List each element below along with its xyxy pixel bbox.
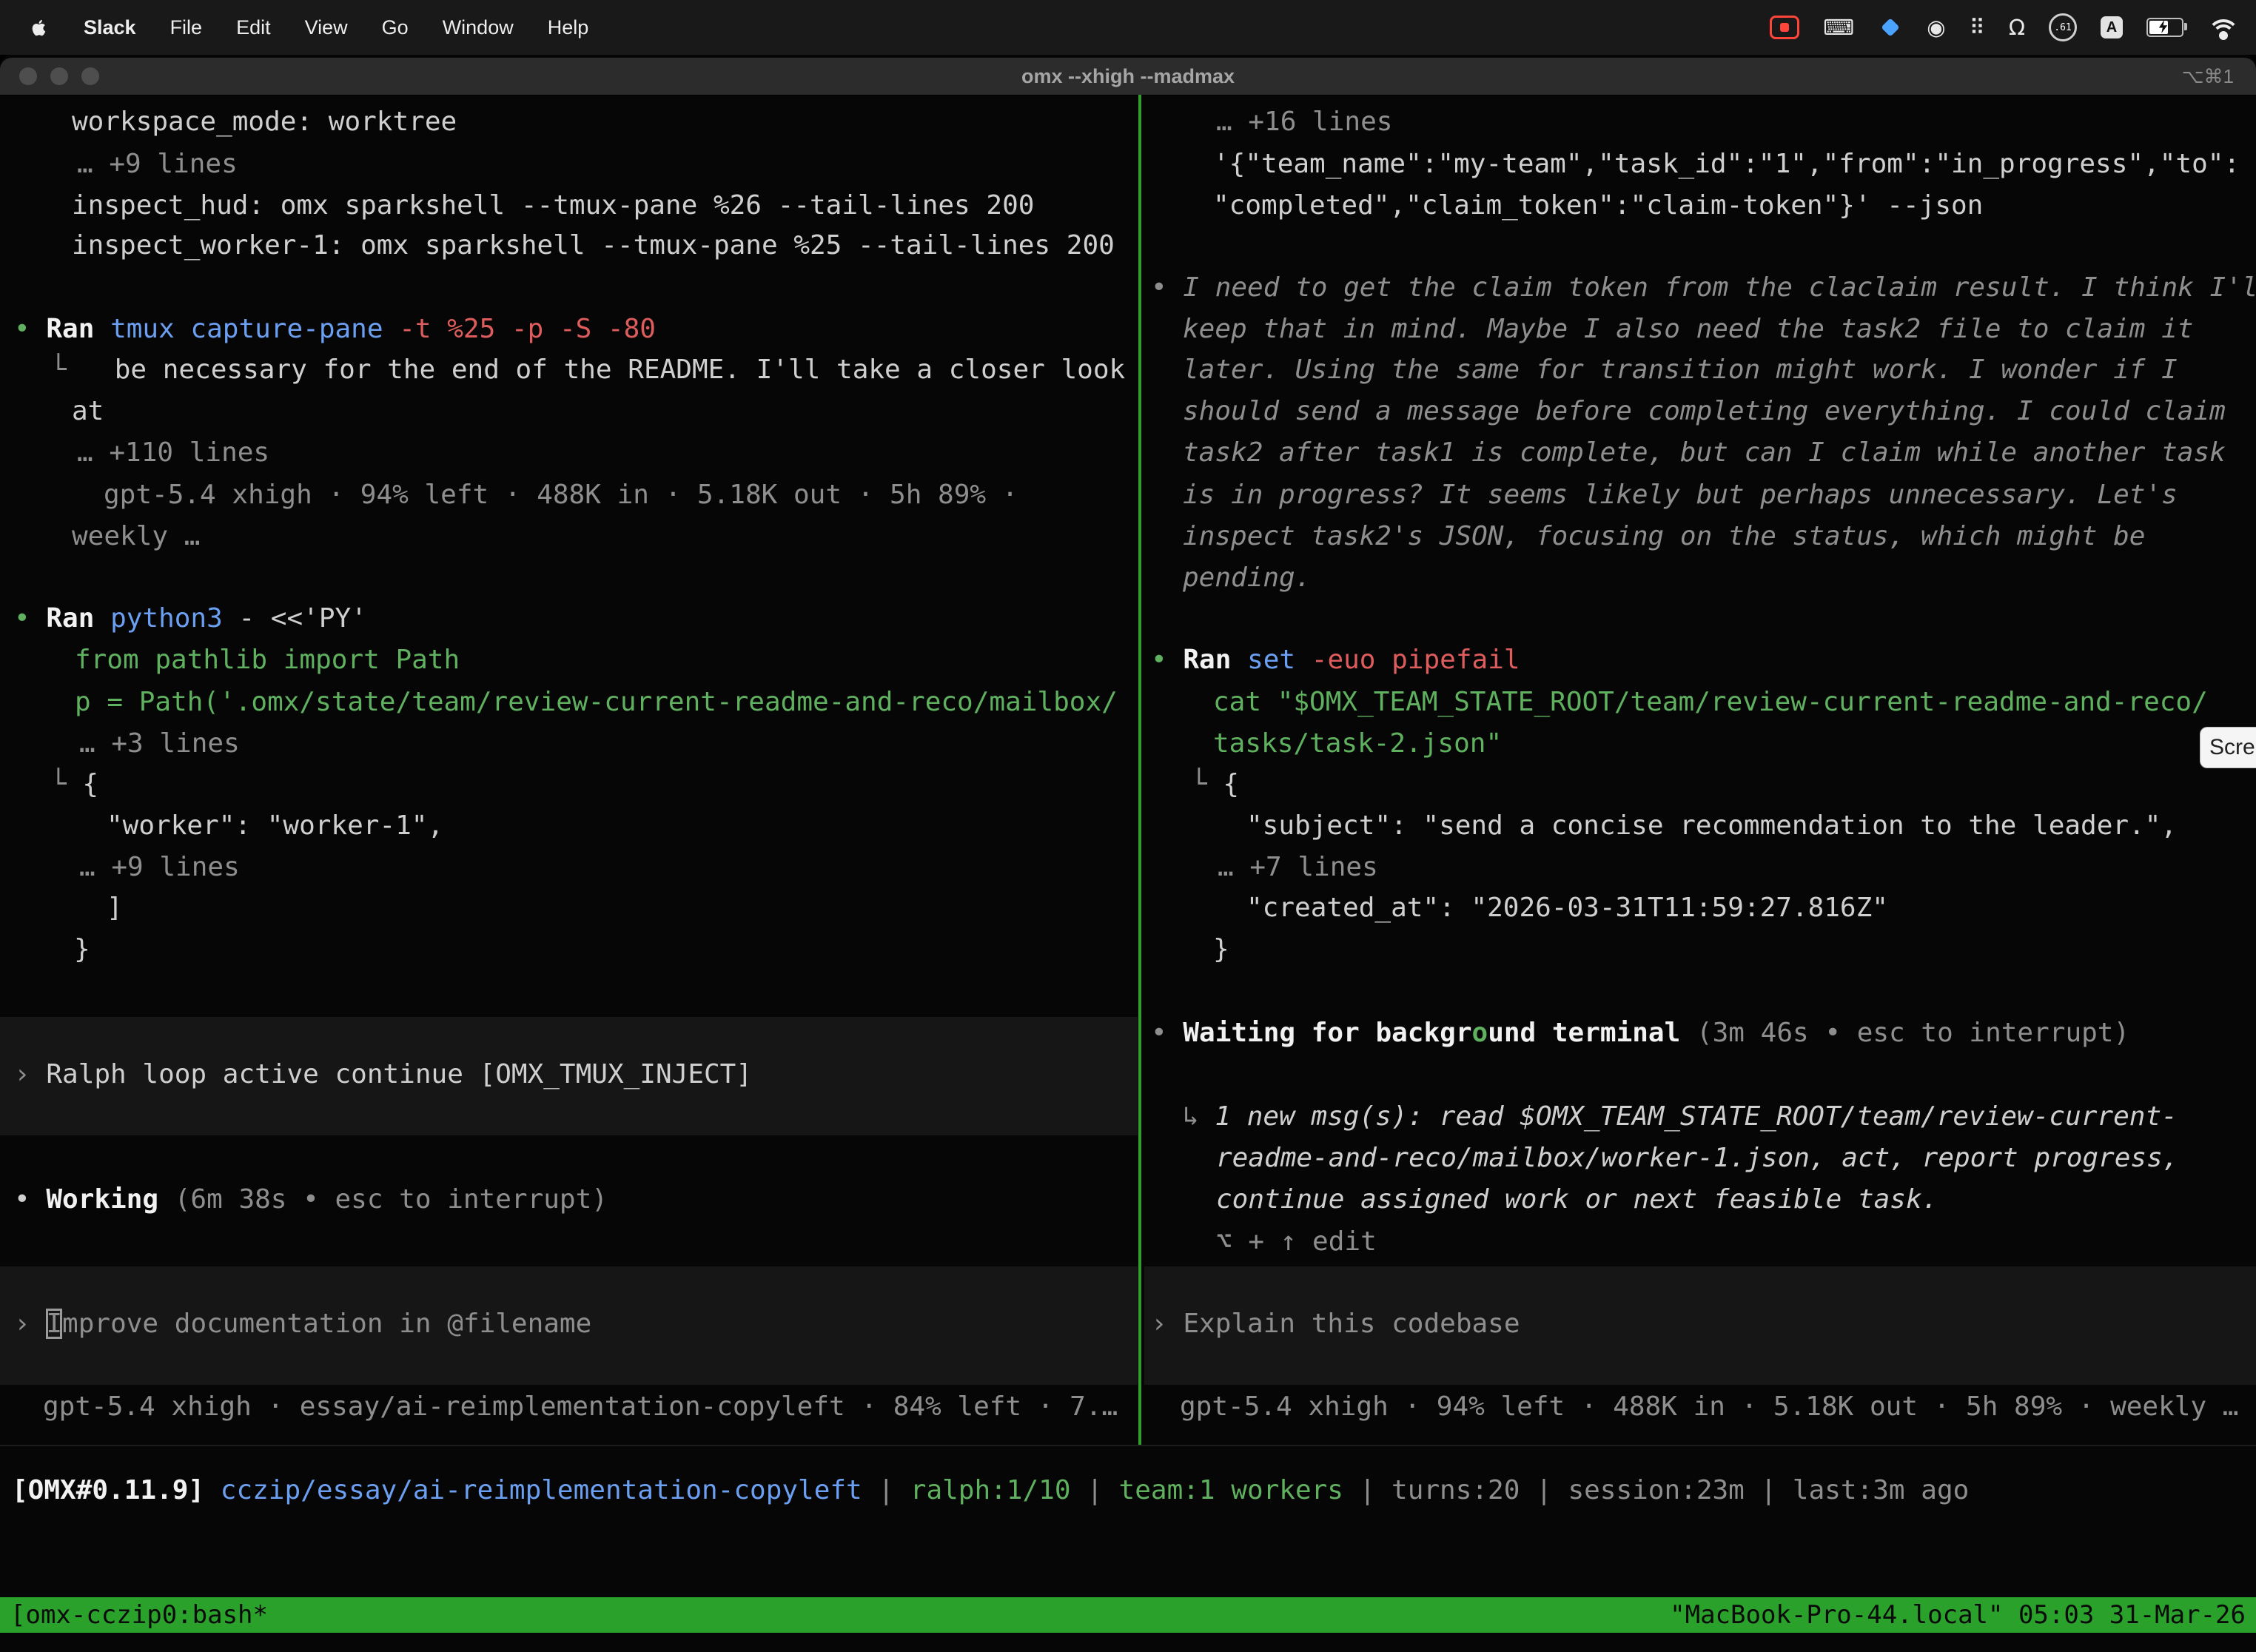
session-footer-left: gpt-5.4 xhigh · essay/ai-reimplementatio… <box>43 1386 1118 1428</box>
menu-bar-status-icons: ⌨ ◉ ⠿ Ω .61 A <box>1770 13 2240 41</box>
window-title-bar[interactable]: omx --xhigh --madmax ⌥⌘1 <box>0 58 2256 95</box>
terminal-line-right: '{"team_name":"my-team","task_id":"1","f… <box>1213 144 2240 185</box>
terminal-line-right: is in progress? It seems likely but perh… <box>1183 474 2178 516</box>
menu-bar-left: Slack File Edit View Go Window Help <box>30 16 588 39</box>
terminal-line-right: inspect task2's JSON, focusing on the st… <box>1183 516 2145 557</box>
terminal-line-left: └ { <box>50 764 98 805</box>
terminal-line-right: "subject": "send a concise recommendatio… <box>1246 805 2177 847</box>
injected-prompt-line: › Ralph loop active continue [OMX_TMUX_I… <box>14 1054 752 1095</box>
terminal-line-left: } <box>74 929 90 970</box>
terminal-line-right: • I need to get the claim token from the… <box>1151 267 2256 309</box>
screenshot-notification-clipped[interactable]: Scre <box>2200 727 2256 768</box>
menu-item-window[interactable]: Window <box>443 16 514 39</box>
terminal-line-left: • Ran python3 - <<'PY' <box>14 598 367 639</box>
menu-item-edit[interactable]: Edit <box>236 16 271 39</box>
screen-recording-indicator-icon[interactable] <box>1770 16 1799 39</box>
tmux-host-clock-label: "MacBook-Pro-44.local" 05:03 31-Mar-26 <box>1670 1597 2246 1633</box>
input-source-icon[interactable]: A <box>2101 16 2123 38</box>
menu-item-help[interactable]: Help <box>548 16 589 39</box>
menu-item-file[interactable]: File <box>170 16 203 39</box>
terminal-line-left: … +9 lines <box>77 144 238 185</box>
battery-icon[interactable] <box>2146 18 2183 37</box>
terminal-line-right: cat "$OMX_TEAM_STATE_ROOT/team/review-cu… <box>1213 682 2208 723</box>
terminal-pane-left[interactable] <box>0 95 1138 1446</box>
terminal-line-left: inspect_worker-1: omx sparkshell --tmux-… <box>72 225 1115 266</box>
menu-item-slack[interactable]: Slack <box>84 16 136 39</box>
pane-footer-divider <box>0 1445 2256 1446</box>
terminal-line-left: at <box>72 391 104 432</box>
terminal-line-right: task2 after task1 is complete, but can I… <box>1183 432 2226 474</box>
wifi-icon[interactable] <box>2207 15 2240 40</box>
terminal-line-left: inspect_hud: omx sparkshell --tmux-pane … <box>72 185 1034 226</box>
terminal-line-left: • Ran tmux capture-pane -t %25 -p -S -80 <box>14 309 656 350</box>
window-title: omx --xhigh --madmax <box>0 58 2256 95</box>
composer-placeholder-line: › Improve documentation in @filename <box>14 1303 591 1345</box>
tmux-session-label: [omx-cczip0:bash* <box>10 1597 268 1633</box>
terminal-line-right: "created_at": "2026-03-31T11:59:27.816Z" <box>1246 887 1888 929</box>
terminal-line-left: "worker": "worker-1", <box>107 805 443 847</box>
screen: Slack File Edit View Go Window Help ⌨ ◉ ⠿ Ω .6… <box>0 0 2256 1652</box>
apps-grid-icon[interactable]: ⠿ <box>1970 15 1985 40</box>
menu-item-go[interactable]: Go <box>382 16 409 39</box>
terminal-line-left: … +3 lines <box>79 723 240 765</box>
omx-status-line: [OMX#0.11.9] cczip/essay/ai-reimplementa… <box>12 1470 1969 1511</box>
terminal-line-left: … +9 lines <box>79 847 240 888</box>
terminal-line-left: ] <box>107 887 123 929</box>
terminal-line-right: keep that in mind. Maybe I also need the… <box>1183 309 2193 350</box>
terminal-line-left: workspace_mode: worktree <box>72 101 457 143</box>
apple-menu-icon[interactable] <box>30 18 50 38</box>
terminal-line-right: pending. <box>1183 557 1311 599</box>
terminal-line-right: … +7 lines <box>1218 847 1378 888</box>
terminal-line-right: "completed","claim_token":"claim-token"}… <box>1213 185 1983 226</box>
terminal-line-left: └ be necessary for the end of the README… <box>50 349 1125 391</box>
tmux-status-bar: [omx-cczip0:bash* "MacBook-Pro-44.local"… <box>0 1597 2256 1633</box>
terminal-line-left: p = Path('.omx/state/team/review-current… <box>75 682 1118 723</box>
edit-hint-line: ⌥ + ↑ edit <box>1216 1221 1377 1263</box>
terminal-line-right: tasks/task-2.json" <box>1213 723 1502 765</box>
dark-circle-app-icon[interactable]: ◉ <box>1927 15 1945 40</box>
ghost-app-icon[interactable]: Ω <box>2009 15 2025 40</box>
terminal-line-right: ↳ 1 new msg(s): read $OMX_TEAM_STATE_ROO… <box>1183 1096 2178 1138</box>
cpu-meter-icon[interactable]: .61 <box>2049 13 2077 41</box>
window-shortcut-hint: ⌥⌘1 <box>2182 58 2234 95</box>
terminal-line-left: … +110 lines <box>77 432 269 474</box>
terminal-line-left: gpt-5.4 xhigh · 94% left · 488K in · 5.1… <box>104 474 1018 516</box>
terminal-line-left: weekly … <box>72 516 200 557</box>
keyboard-icon[interactable]: ⌨ <box>1823 15 1854 40</box>
terminal-line-right: } <box>1213 929 1229 970</box>
session-footer-right: gpt-5.4 xhigh · 94% left · 488K in · 5.1… <box>1180 1386 2238 1428</box>
terminal-line-left: from pathlib import Path <box>75 639 460 681</box>
blue-app-icon[interactable] <box>1878 15 1903 40</box>
terminal-line-right: continue assigned work or next feasible … <box>1216 1179 1938 1220</box>
working-status-line: • Working (6m 38s • esc to interrupt) <box>14 1179 608 1220</box>
waiting-status-line: • Waiting for background terminal (3m 46… <box>1151 1013 2129 1054</box>
terminal-line-right: └ { <box>1191 764 1239 805</box>
terminal-line-right: later. Using the same for transition mig… <box>1183 349 2178 391</box>
terminal-line-right: should send a message before completing … <box>1183 391 2226 432</box>
composer-placeholder-line: › Explain this codebase <box>1151 1303 1520 1345</box>
menu-bar: Slack File Edit View Go Window Help ⌨ ◉ ⠿ Ω .6… <box>0 0 2256 55</box>
pane-divider[interactable] <box>1138 95 1141 1446</box>
terminal-line-right: … +16 lines <box>1216 101 1392 143</box>
menu-item-view[interactable]: View <box>305 16 348 39</box>
terminal-line-right: readme-and-reco/mailbox/worker-1.json, a… <box>1216 1138 2178 1179</box>
terminal-line-right: • Ran set -euo pipefail <box>1151 639 1520 681</box>
